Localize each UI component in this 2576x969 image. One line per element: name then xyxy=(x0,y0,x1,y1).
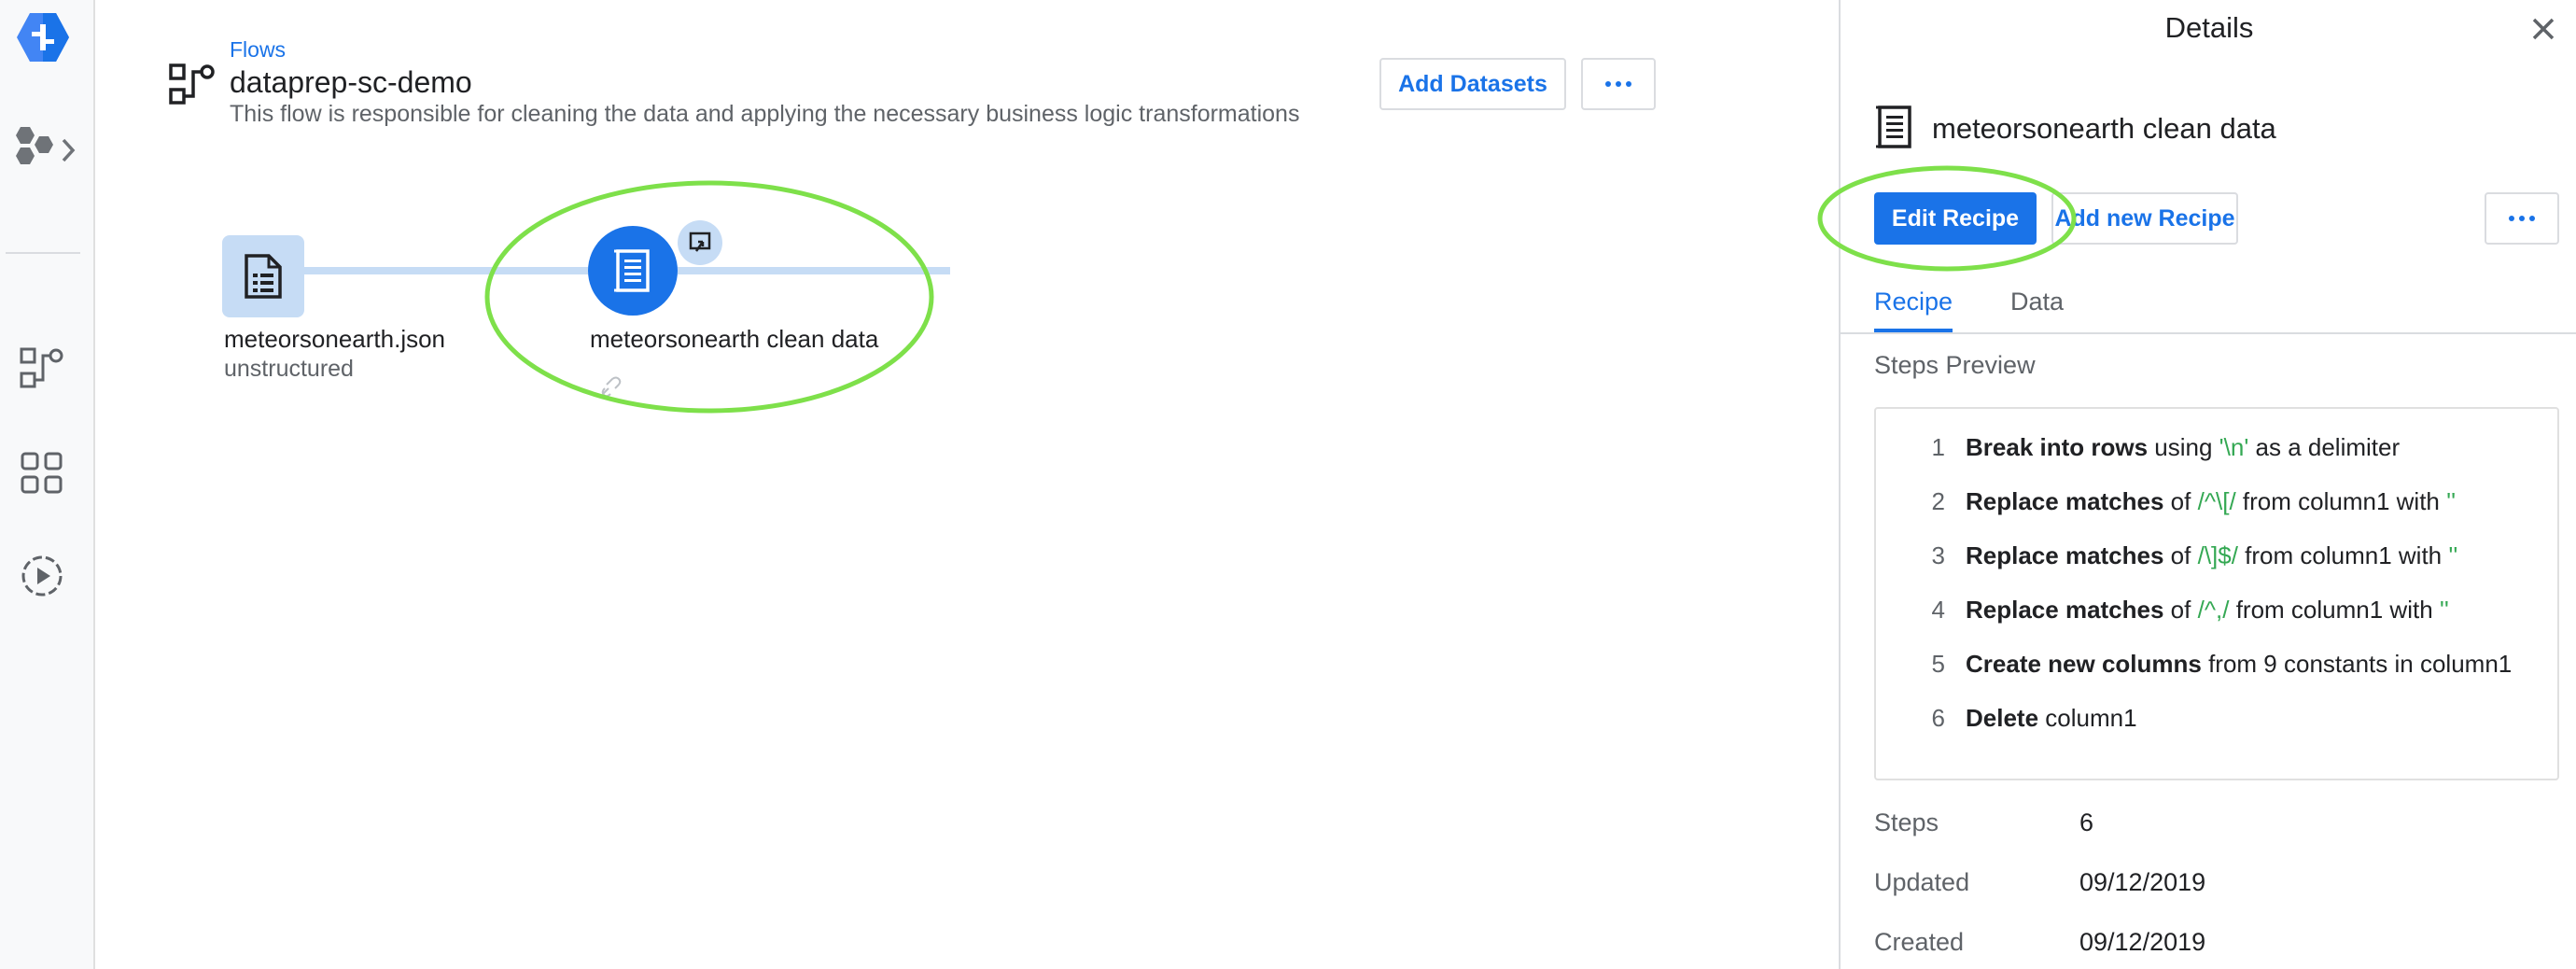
breadcrumb-flows[interactable]: Flows xyxy=(230,37,286,63)
dataset-connector xyxy=(304,267,588,274)
details-panel: Details meteorsonearth clean data Edit R… xyxy=(1817,0,2576,969)
recipe-step[interactable]: 6 Delete column1 xyxy=(1876,704,2561,741)
link-icon xyxy=(601,376,622,398)
recipe-connector xyxy=(678,267,950,274)
meta-updated-label: Updated xyxy=(1874,868,1970,896)
tab-data[interactable]: Data xyxy=(2010,288,2064,316)
step-number: 1 xyxy=(1931,433,1945,461)
recipe-icon xyxy=(1876,105,1911,148)
dataset-file-icon xyxy=(245,254,282,299)
step-part: column1 xyxy=(2038,704,2137,732)
step-part: of xyxy=(2163,541,2198,569)
details-panel-title: Details xyxy=(2164,11,2254,44)
step-action: Replace matches xyxy=(1966,596,2164,624)
output-destination-button[interactable] xyxy=(678,220,722,265)
dataset-node-subtitle: unstructured xyxy=(224,356,354,382)
step-value: /^\[/ xyxy=(2197,487,2236,515)
dataset-node[interactable] xyxy=(222,235,304,317)
recipe-step[interactable]: 2 Replace matches of /^\[/ from column1 … xyxy=(1876,487,2561,525)
add-new-recipe-button[interactable]: Add new Recipe xyxy=(2051,192,2238,245)
step-action: Replace matches xyxy=(1966,541,2164,569)
jobs-icon[interactable] xyxy=(19,553,65,599)
step-action: Replace matches xyxy=(1966,487,2164,515)
tabs-divider xyxy=(1841,332,2576,334)
chevron-right-icon xyxy=(62,138,76,162)
recipe-icon xyxy=(614,249,650,292)
step-action: Create new columns xyxy=(1966,650,2202,678)
selected-recipe-name: meteorsonearth clean data xyxy=(1932,112,2276,145)
step-value: /\]$/ xyxy=(2197,541,2238,569)
step-text: Replace matches of /^\[/ from column1 wi… xyxy=(1966,487,2456,516)
step-text: Replace matches of /^,/ from column1 wit… xyxy=(1966,596,2449,625)
step-action: Break into rows xyxy=(1966,433,2149,461)
recipe-step[interactable]: 5 Create new columns from 9 constants in… xyxy=(1876,650,2561,687)
library-icon[interactable] xyxy=(19,450,65,497)
step-value: '\n' xyxy=(2219,433,2249,461)
step-number: 6 xyxy=(1931,704,1945,732)
step-part: using xyxy=(2148,433,2219,461)
step-value: '' xyxy=(2446,487,2457,515)
step-part: as a delimiter xyxy=(2248,433,2401,461)
add-datasets-button[interactable]: Add Datasets xyxy=(1379,58,1566,110)
flows-icon[interactable] xyxy=(19,345,65,392)
recipe-node[interactable] xyxy=(588,226,678,316)
more-horiz-icon xyxy=(2509,216,2535,221)
products-menu-button[interactable] xyxy=(11,123,82,176)
steps-preview-box: 1 Break into rows using '\n' as a delimi… xyxy=(1874,407,2559,780)
step-value: /^,/ xyxy=(2197,596,2230,624)
meta-created-label: Created xyxy=(1874,928,1965,956)
flow-icon xyxy=(169,63,215,105)
step-number: 3 xyxy=(1931,541,1945,569)
flow-description: This flow is responsible for cleaning th… xyxy=(230,101,1300,127)
step-part: from column1 with xyxy=(2235,487,2447,515)
dataset-node-label: meteorsonearth.json xyxy=(224,325,446,353)
step-text: Delete column1 xyxy=(1966,704,2137,733)
meta-steps-value: 6 xyxy=(2079,808,2094,836)
annotation-ellipse-recipe xyxy=(484,180,934,414)
step-value: '' xyxy=(2448,541,2458,569)
tab-recipe[interactable]: Recipe xyxy=(1874,288,1953,316)
step-part: of xyxy=(2163,487,2198,515)
step-part: from column1 with xyxy=(2237,541,2449,569)
edit-recipe-button[interactable]: Edit Recipe xyxy=(1874,192,2037,245)
meta-created-value: 09/12/2019 xyxy=(2079,928,2206,956)
recipe-more-button[interactable] xyxy=(2485,192,2559,245)
step-text: Break into rows using '\n' as a delimite… xyxy=(1966,433,2400,462)
recipe-step[interactable]: 4 Replace matches of /^,/ from column1 w… xyxy=(1876,596,2561,633)
output-icon xyxy=(689,232,711,252)
page-title: dataprep-sc-demo xyxy=(230,65,472,99)
recipe-node-label: meteorsonearth clean data xyxy=(590,325,879,353)
close-icon[interactable] xyxy=(2527,13,2559,45)
recipe-step[interactable]: 1 Break into rows using '\n' as a delimi… xyxy=(1876,433,2561,470)
step-text: Create new columns from 9 constants in c… xyxy=(1966,650,2512,679)
left-nav-rail xyxy=(0,0,95,969)
step-action: Delete xyxy=(1966,704,2039,732)
products-icon xyxy=(16,127,53,164)
meta-updated-value: 09/12/2019 xyxy=(2079,868,2206,896)
rail-divider xyxy=(6,252,80,254)
step-part: of xyxy=(2163,596,2198,624)
step-number: 4 xyxy=(1931,596,1945,624)
recipe-step[interactable]: 3 Replace matches of /\]$/ from column1 … xyxy=(1876,541,2561,579)
step-text: Replace matches of /\]$/ from column1 wi… xyxy=(1966,541,2457,570)
flow-more-button[interactable] xyxy=(1581,58,1656,110)
meta-steps-label: Steps xyxy=(1874,808,1939,836)
step-value: '' xyxy=(2439,596,2449,624)
dataprep-logo-icon[interactable] xyxy=(15,11,71,63)
step-number: 5 xyxy=(1931,650,1945,678)
steps-preview-heading: Steps Preview xyxy=(1874,351,2036,379)
more-horiz-icon xyxy=(1605,81,1631,87)
step-number: 2 xyxy=(1931,487,1945,515)
step-part: from 9 constants in column1 xyxy=(2201,650,2513,678)
step-part: from column1 with xyxy=(2229,596,2440,624)
